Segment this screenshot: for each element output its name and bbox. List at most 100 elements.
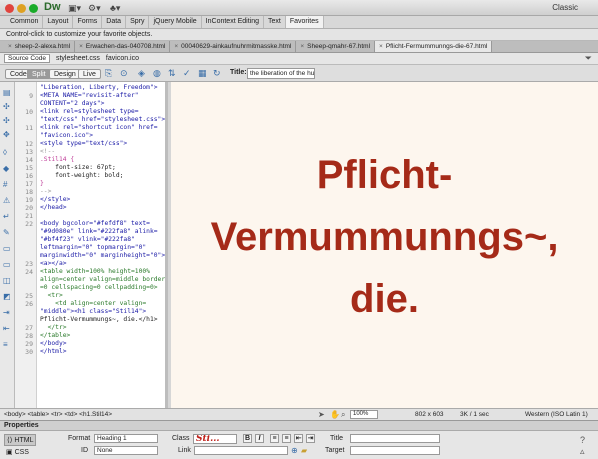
- file-management-icon[interactable]: ⇅: [168, 68, 176, 79]
- insert-tab-text[interactable]: Text: [264, 16, 286, 28]
- expand-icon[interactable]: ▵: [580, 446, 585, 457]
- code-line[interactable]: .Stil14 {: [40, 156, 74, 164]
- w3c-validation-icon[interactable]: ✓: [183, 68, 191, 79]
- code-line[interactable]: </style>: [40, 196, 70, 204]
- zoom-window-button[interactable]: [29, 4, 38, 13]
- indent-button-icon[interactable]: ⇥: [306, 434, 315, 443]
- open-documents-icon[interactable]: ▤: [3, 88, 11, 97]
- insert-tab-incontext-editing[interactable]: InContext Editing: [202, 16, 264, 28]
- insert-tab-spry[interactable]: Spry: [126, 16, 150, 28]
- syntax-error-icon[interactable]: ✎: [3, 228, 10, 237]
- indent-icon[interactable]: ⇥: [3, 308, 10, 317]
- line-numbers-icon[interactable]: #: [3, 180, 7, 189]
- apply-comment-icon[interactable]: ▭: [3, 244, 11, 253]
- close-tab-icon[interactable]: ×: [300, 43, 304, 50]
- title-prop-input[interactable]: [350, 434, 440, 443]
- code-line[interactable]: "favicon.ico">: [40, 132, 93, 140]
- document-tab[interactable]: × sheep-2-alexa.html: [4, 41, 76, 52]
- expand-all-icon[interactable]: ✥: [3, 130, 10, 139]
- document-tab[interactable]: × Erwachen-das-040708.html: [75, 41, 171, 52]
- css-mode-button[interactable]: ▣ CSS: [4, 447, 31, 457]
- collapse-selection-icon[interactable]: ✣: [3, 116, 10, 125]
- point-to-file-icon[interactable]: ⊕: [291, 446, 298, 455]
- outdent-button-icon[interactable]: ⇤: [294, 434, 303, 443]
- filter-icon[interactable]: ⏷: [585, 53, 592, 64]
- code-line[interactable]: "middle"><h1 class="Stil14">: [40, 308, 146, 316]
- outdent-icon[interactable]: ⇤: [3, 324, 10, 333]
- id-select[interactable]: None: [94, 446, 158, 455]
- split-view-button[interactable]: Split: [27, 69, 51, 79]
- refresh-design-icon[interactable]: ↻: [213, 68, 221, 79]
- visual-aids-icon[interactable]: ▦: [198, 68, 207, 79]
- zoom-tool-icon[interactable]: ⌕: [341, 410, 345, 420]
- source-code-button[interactable]: Source Code: [4, 54, 50, 63]
- live-code-icon[interactable]: ⎘: [105, 68, 112, 79]
- link-input[interactable]: [194, 446, 288, 455]
- class-select[interactable]: Sti...: [193, 434, 237, 444]
- html-mode-button[interactable]: ⟨⟩ HTML: [4, 434, 37, 446]
- insert-tab-jquery-mobile[interactable]: jQuery Mobile: [149, 16, 202, 28]
- code-line[interactable]: "#bf4f23" vlink="#222fa8": [40, 236, 135, 244]
- document-title-input[interactable]: the liberation of the human is: [247, 68, 315, 79]
- snippets-icon[interactable]: ◩: [3, 292, 11, 301]
- code-line[interactable]: </table>: [40, 332, 70, 340]
- code-line[interactable]: <table width=100% height=100%: [40, 268, 150, 276]
- page-heading[interactable]: Pflicht- Vermummunngs~, die.: [171, 144, 598, 330]
- insert-tab-layout[interactable]: Layout: [43, 16, 74, 28]
- code-line[interactable]: <link rel=stylesheet type=: [40, 108, 139, 116]
- format-source-icon[interactable]: ≡: [3, 340, 8, 349]
- code-line[interactable]: "#9d080e" link="#222fa8" alink=: [40, 228, 158, 236]
- code-line[interactable]: font-weight: bold;: [40, 172, 123, 180]
- hand-tool-icon[interactable]: ✋: [330, 410, 340, 419]
- design-view[interactable]: Pflicht- Vermummunngs~, die.: [171, 82, 598, 408]
- code-line[interactable]: marginwidth="0" marginheight="0">: [40, 252, 165, 260]
- preview-browser-icon[interactable]: ◍: [153, 68, 161, 79]
- document-tab[interactable]: × 00040629-ainkaufnuhrmitmasske.html: [170, 41, 297, 52]
- code-line[interactable]: }: [40, 180, 44, 188]
- balance-braces-icon[interactable]: ◆: [3, 164, 9, 173]
- document-tab[interactable]: × Sheep-qmahr-67.html: [296, 41, 376, 52]
- close-tab-icon[interactable]: ×: [379, 43, 383, 50]
- document-tab[interactable]: × Pflicht-Fermummunngs-die-67.html: [375, 41, 493, 52]
- multiscreen-icon[interactable]: ◈: [138, 68, 145, 79]
- format-select[interactable]: Heading 1: [94, 434, 158, 443]
- code-line[interactable]: <!--: [40, 148, 55, 156]
- code-line[interactable]: "text/css" href="stylesheet.css">: [40, 116, 165, 124]
- bold-button[interactable]: B: [243, 434, 252, 443]
- code-line[interactable]: align=center valign=middle border: [40, 276, 165, 284]
- code-line[interactable]: "Liberation, Liberty, Freedom">: [40, 84, 158, 92]
- code-line[interactable]: Pflicht-Vermummungs~, die.</h1>: [40, 316, 158, 324]
- code-line[interactable]: <tr>: [40, 292, 63, 300]
- code-line[interactable]: <style type="text/css">: [40, 140, 127, 148]
- unordered-list-icon[interactable]: ≡: [270, 434, 279, 443]
- close-tab-icon[interactable]: ×: [174, 43, 178, 50]
- ordered-list-icon[interactable]: ≡: [282, 434, 291, 443]
- code-line[interactable]: -->: [40, 188, 51, 196]
- italic-button[interactable]: I: [255, 434, 264, 443]
- code-line[interactable]: =0 cellspacing=0 cellpadding=0>: [40, 284, 158, 292]
- close-tab-icon[interactable]: ×: [79, 43, 83, 50]
- insert-tab-favorites[interactable]: Favorites: [285, 16, 324, 28]
- site-icon[interactable]: ♣▾: [110, 3, 120, 14]
- select-parent-tag-icon[interactable]: ◊: [3, 148, 7, 157]
- related-file-stylesheet[interactable]: stylesheet.css: [56, 55, 100, 62]
- live-view-button[interactable]: Live: [78, 69, 101, 79]
- code-line[interactable]: </head>: [40, 204, 67, 212]
- remove-comment-icon[interactable]: ▭: [3, 260, 11, 269]
- workspace-switcher[interactable]: Classic: [552, 3, 578, 12]
- code-line[interactable]: </tr>: [40, 324, 67, 332]
- insert-tab-common[interactable]: Common: [6, 16, 44, 28]
- target-select[interactable]: [350, 446, 440, 455]
- code-line[interactable]: <td align=center valign=: [40, 300, 146, 308]
- tag-selector[interactable]: <body> <table> <tr> <td> <h1.Stil14>: [4, 411, 112, 418]
- zoom-select[interactable]: 100%: [350, 410, 378, 419]
- layout-icon[interactable]: ▣▾: [68, 3, 81, 14]
- related-file-favicon[interactable]: favicon.ico: [106, 55, 139, 62]
- inspect-icon[interactable]: ⊙: [120, 68, 128, 79]
- code-line[interactable]: font-size: 67pt;: [40, 164, 116, 172]
- code-line[interactable]: <body bgcolor="#fefdf8" text=: [40, 220, 150, 228]
- minimize-window-button[interactable]: [17, 4, 26, 13]
- code-line[interactable]: </body>: [40, 340, 67, 348]
- select-tool-icon[interactable]: ➤: [318, 410, 325, 419]
- close-window-button[interactable]: [5, 4, 14, 13]
